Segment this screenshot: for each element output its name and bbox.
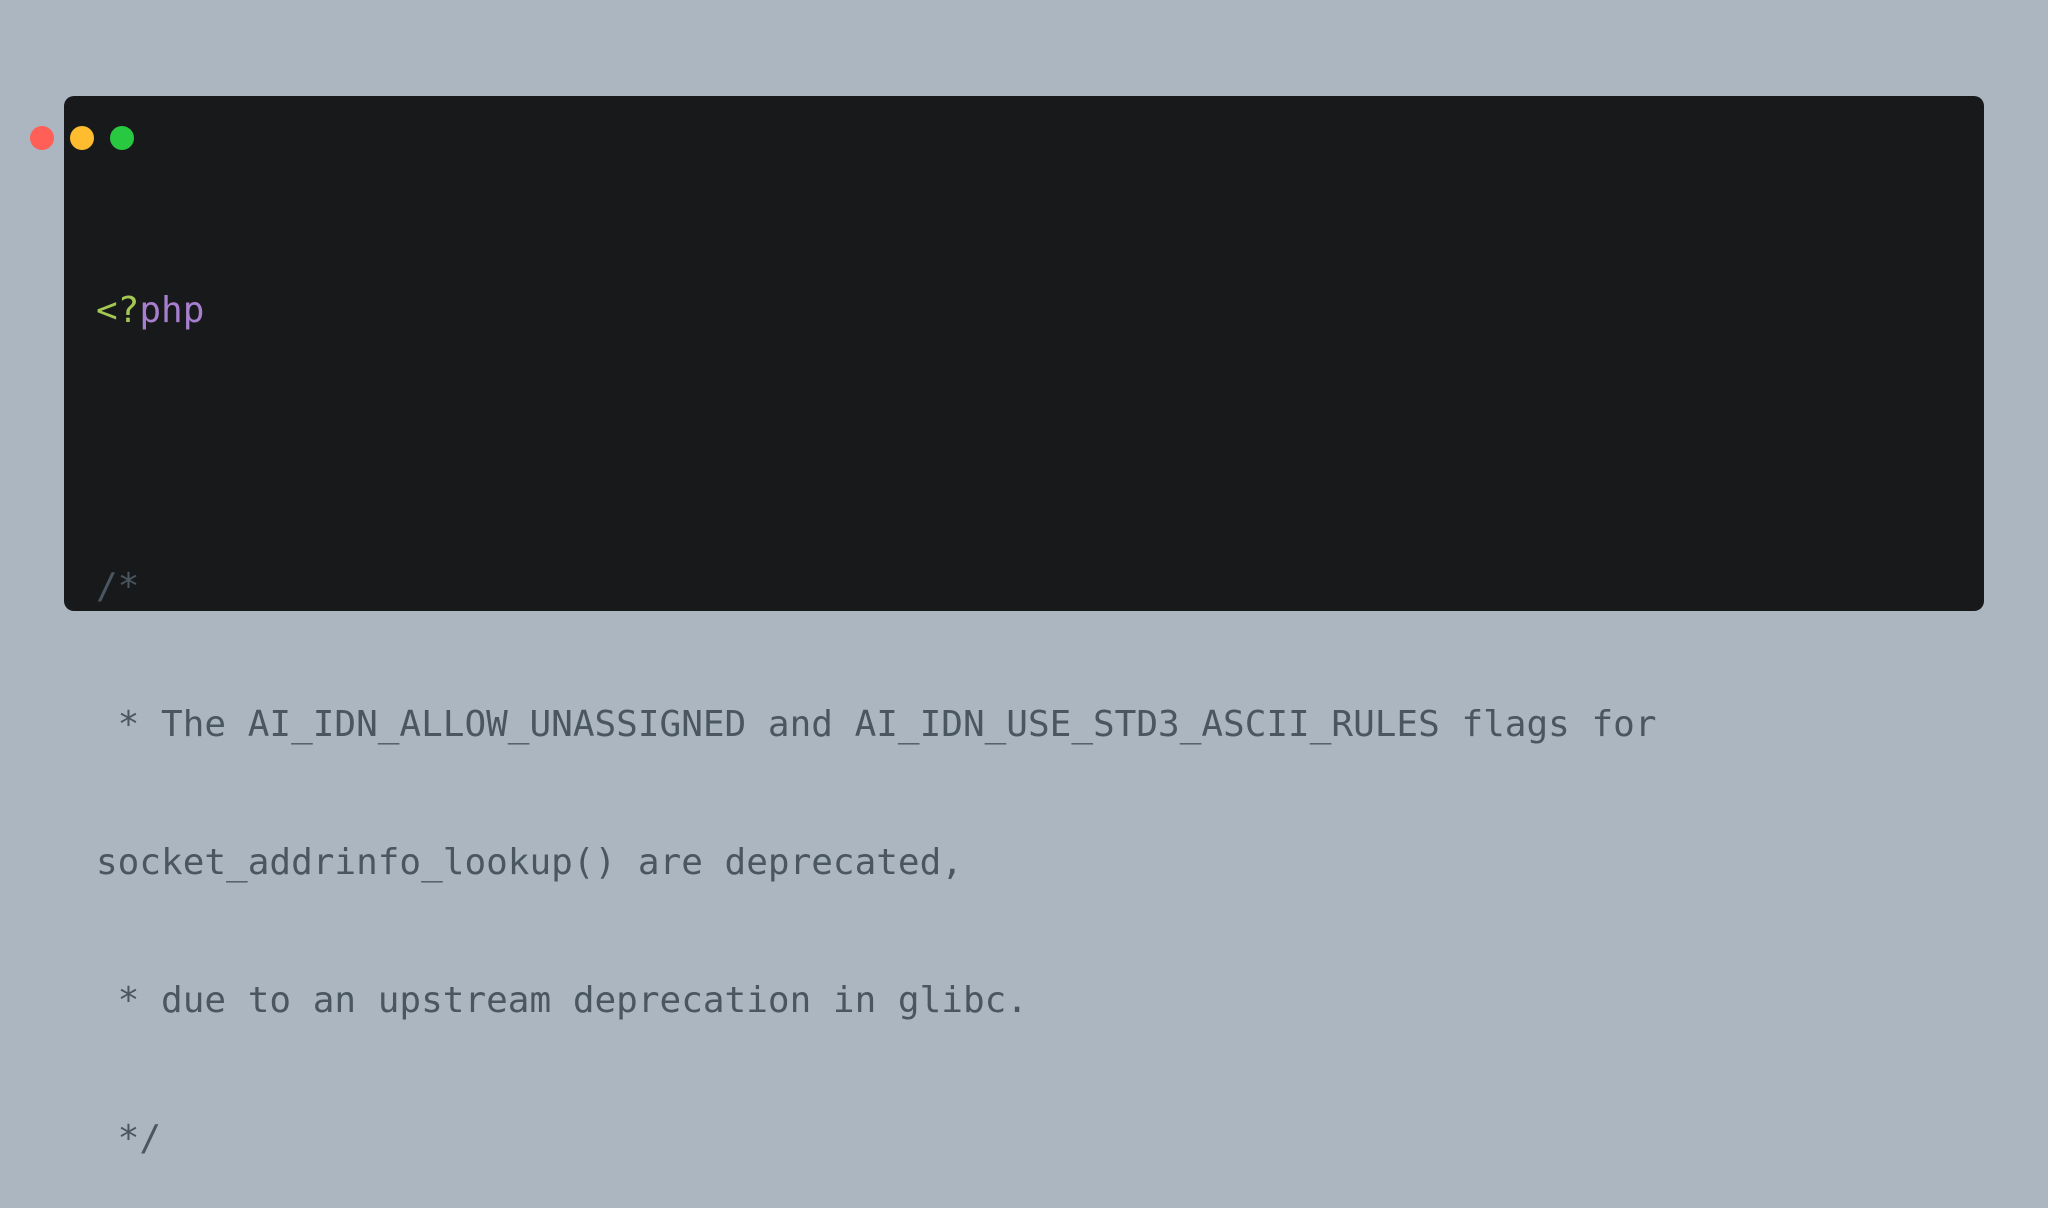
comment-line: socket_addrinfo_lookup() are deprecated, xyxy=(96,842,963,883)
close-window-button[interactable] xyxy=(30,126,54,150)
php-keyword: php xyxy=(139,290,205,331)
comment-line: * The AI_IDN_ALLOW_UNASSIGNED and AI_IDN… xyxy=(96,704,1657,745)
code-block: <?php /* * The AI_IDN_ALLOW_UNASSIGNED a… xyxy=(96,196,1657,1208)
comment-line: * due to an upstream deprecation in glib… xyxy=(96,980,1028,1021)
maximize-window-button[interactable] xyxy=(110,126,134,150)
comment-line: */ xyxy=(96,1118,162,1159)
php-open-bracket: <? xyxy=(96,290,140,331)
comment-line: /* xyxy=(96,566,140,607)
minimize-window-button[interactable] xyxy=(70,126,94,150)
code-line-php-open: <?php xyxy=(96,288,1657,334)
